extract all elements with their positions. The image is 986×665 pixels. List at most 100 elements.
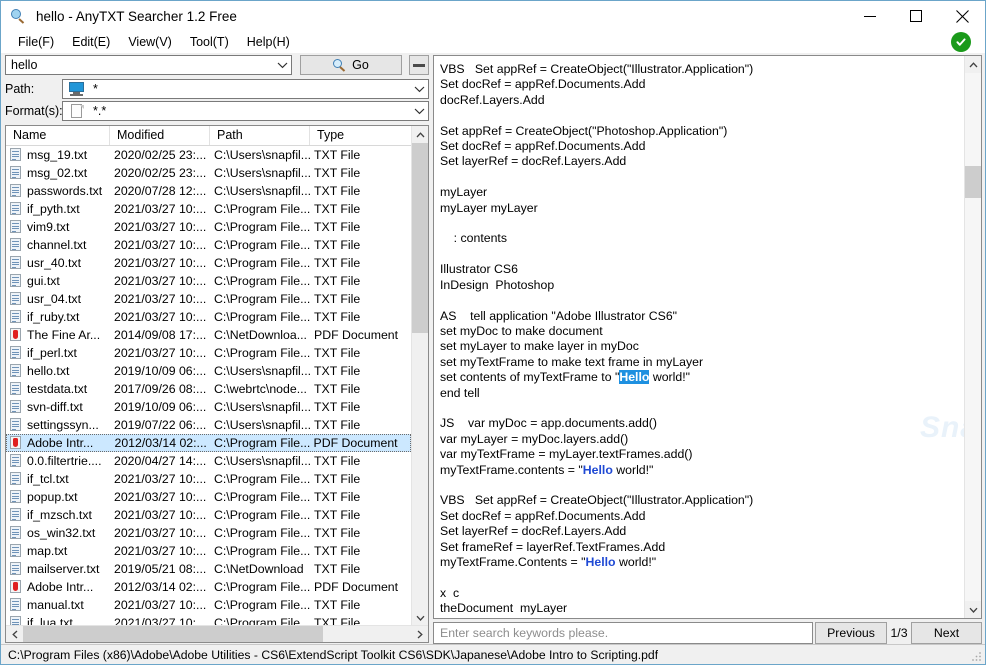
menu-item-tool[interactable]: Tool(T) — [181, 33, 238, 52]
file-preview-panel[interactable]: VBS Set appRef = CreateObject("Illustrat… — [433, 55, 982, 619]
file-modified-label: 2021/03/27 10:... — [114, 201, 207, 216]
table-row[interactable]: msg_19.txt 2020/02/25 23:... C:\Users\snap… — [6, 146, 411, 164]
file-type-label: TXT File — [314, 219, 361, 234]
preview-line: JS var myDoc = app.documents.add() — [440, 416, 657, 431]
table-row[interactable]: passwords.txt 2020/07/28 12:... C:\Users\s… — [6, 182, 411, 200]
file-path-label: C:\Program File... — [214, 525, 310, 540]
path-combobox[interactable]: * — [62, 79, 429, 99]
previous-match-button[interactable]: Previous — [815, 622, 887, 644]
file-path-label: C:\Users\snapfil... — [214, 165, 310, 180]
chevron-down-icon[interactable] — [410, 107, 428, 115]
scroll-right-button[interactable] — [411, 626, 428, 642]
file-path-label: C:\NetDownloa... — [214, 327, 307, 342]
table-row[interactable]: Adobe Intr... 2012/03/14 02:... C:\Program… — [6, 578, 411, 596]
column-header-modified[interactable]: Modified — [110, 126, 210, 145]
results-hscroll-thumb[interactable] — [23, 626, 323, 642]
table-row[interactable]: channel.txt 2021/03/27 10:... C:\Program F… — [6, 236, 411, 254]
txt-file-icon — [9, 508, 22, 522]
table-row[interactable]: manual.txt 2021/03/27 10:... C:\Program Fi… — [6, 596, 411, 614]
go-button-label: Go — [352, 58, 369, 72]
column-header-name[interactable]: Name — [6, 126, 110, 145]
pdf-file-icon — [9, 328, 22, 342]
preview-scroll-thumb[interactable] — [965, 166, 981, 198]
table-row[interactable]: if_lua.txt 2021/03/27 10:... C:\Program Fi… — [6, 614, 411, 625]
preview-find-input[interactable]: Enter search keywords please. — [433, 622, 813, 644]
table-row[interactable]: popup.txt 2021/03/27 10:... C:\Program Fil… — [6, 488, 411, 506]
table-row[interactable]: if_pyth.txt 2021/03/27 10:... C:\Program F… — [6, 200, 411, 218]
search-results-list[interactable]: Name Modified Path Type msg_19.txt 2020/0… — [5, 125, 429, 643]
table-row[interactable]: svn-diff.txt 2019/10/09 06:... C:\Users\sn… — [6, 398, 411, 416]
table-row[interactable]: settingssyn... 2019/07/22 06:... C:\Users\… — [6, 416, 411, 434]
minimize-button[interactable] — [847, 1, 893, 31]
file-name-label: if_ruby.txt — [27, 309, 80, 324]
next-match-button[interactable]: Next — [911, 622, 982, 644]
results-horizontal-scrollbar[interactable] — [6, 625, 428, 642]
file-modified-label: 2021/03/27 10:... — [114, 219, 207, 234]
scroll-up-button[interactable] — [412, 126, 428, 143]
table-row[interactable]: mailserver.txt 2019/05/21 08:... C:\NetDow… — [6, 560, 411, 578]
file-name-label: vim9.txt — [27, 219, 70, 234]
table-row[interactable]: map.txt 2021/03/27 10:... C:\Program File.… — [6, 542, 411, 560]
table-row[interactable]: gui.txt 2021/03/27 10:... C:\Program File.… — [6, 272, 411, 290]
file-modified-label: 2021/03/27 10:... — [114, 273, 207, 288]
table-row[interactable]: usr_40.txt 2021/03/27 10:... C:\Program Fi… — [6, 254, 411, 272]
table-row[interactable]: if_ruby.txt 2021/03/27 10:... C:\Program F… — [6, 308, 411, 326]
cell-name: Adobe Intr... — [7, 435, 110, 452]
file-type-label: TXT File — [314, 165, 361, 180]
results-scroll-thumb[interactable] — [412, 143, 428, 333]
file-path-label: C:\Program File... — [214, 237, 310, 252]
table-row[interactable]: if_perl.txt 2021/03/27 10:... C:\Program F… — [6, 344, 411, 362]
chevron-up-icon — [969, 61, 978, 67]
file-name-label: settingssyn... — [27, 417, 99, 432]
table-row[interactable]: os_win32.txt 2021/03/27 10:... C:\Program … — [6, 524, 411, 542]
table-row[interactable]: hello.txt 2019/10/09 06:... C:\Users\snapf… — [6, 362, 411, 380]
go-button[interactable]: Go — [300, 55, 402, 75]
cell-name: 0.0.filtertrie.... — [6, 453, 110, 470]
column-header-type[interactable]: Type — [310, 126, 410, 145]
menu-item-view[interactable]: View(V) — [119, 33, 181, 52]
search-query-value: hello — [11, 58, 38, 72]
scroll-down-button[interactable] — [412, 609, 428, 626]
chevron-down-icon[interactable] — [410, 85, 428, 93]
menu-item-file[interactable]: File(F) — [9, 33, 63, 52]
preview-line: set myDoc to make document — [440, 323, 603, 338]
column-header-path[interactable]: Path — [210, 126, 310, 145]
table-row[interactable]: Adobe Intr... 2012/03/14 02:... C:\Program… — [6, 434, 411, 452]
table-row[interactable]: if_mzsch.txt 2021/03/27 10:... C:\Program … — [6, 506, 411, 524]
menu-item-edit[interactable]: Edit(E) — [63, 33, 119, 52]
table-row[interactable]: testdata.txt 2017/09/26 08:... C:\webrtc\n… — [6, 380, 411, 398]
resize-grip-icon[interactable] — [971, 650, 982, 661]
txt-file-icon — [9, 202, 22, 216]
cell-name: if_tcl.txt — [6, 471, 110, 488]
menu-item-help[interactable]: Help(H) — [238, 33, 299, 52]
preview-scroll-up-button[interactable] — [965, 56, 981, 73]
scroll-left-button[interactable] — [6, 626, 23, 642]
collapse-panel-button[interactable] — [409, 55, 429, 75]
table-row[interactable]: usr_04.txt 2021/03/27 10:... C:\Program Fi… — [6, 290, 411, 308]
cell-name: msg_02.txt — [6, 165, 110, 182]
search-query-combobox[interactable]: hello — [5, 55, 292, 75]
index-status-ok-badge[interactable] — [951, 32, 971, 52]
format-combobox[interactable]: *.* — [62, 101, 429, 121]
maximize-button[interactable] — [893, 1, 939, 31]
file-modified-label: 2021/03/27 10:... — [114, 471, 207, 486]
table-row[interactable]: if_tcl.txt 2021/03/27 10:... C:\Program Fi… — [6, 470, 411, 488]
table-row[interactable]: vim9.txt 2021/03/27 10:... C:\Program File… — [6, 218, 411, 236]
cell-name: if_mzsch.txt — [6, 507, 110, 524]
pdf-file-icon — [9, 580, 22, 594]
txt-file-icon — [9, 184, 22, 198]
results-vertical-scrollbar[interactable] — [411, 126, 428, 626]
file-type-label: TXT File — [314, 309, 361, 324]
table-row[interactable]: 0.0.filtertrie.... 2020/04/27 14:... C:\Us… — [6, 452, 411, 470]
preview-scroll-down-button[interactable] — [965, 601, 981, 618]
table-row[interactable]: The Fine Ar... 2014/09/08 17:... C:\NetDow… — [6, 326, 411, 344]
chevron-down-icon[interactable] — [273, 61, 291, 69]
file-path-label: C:\Program File... — [214, 201, 310, 216]
preview-vertical-scrollbar[interactable] — [964, 56, 981, 618]
close-button[interactable] — [939, 1, 985, 31]
file-path-label: C:\Program File... — [214, 507, 310, 522]
table-row[interactable]: msg_02.txt 2020/02/25 23:... C:\Users\snap… — [6, 164, 411, 182]
file-type-label: TXT File — [314, 561, 361, 576]
preview-line-text: world!" — [649, 370, 690, 385]
path-value: * — [93, 82, 98, 96]
